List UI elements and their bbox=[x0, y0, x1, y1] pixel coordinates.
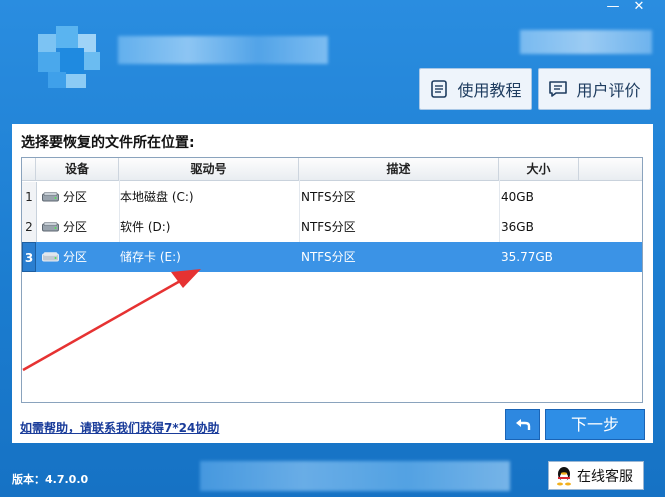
review-label: 用户评价 bbox=[576, 81, 641, 100]
help-link[interactable]: 如需帮助，请联系我们获得7*24协助 bbox=[20, 419, 219, 436]
back-button[interactable] bbox=[505, 409, 540, 440]
header-rownum bbox=[22, 158, 36, 180]
disk-icon bbox=[42, 222, 59, 232]
size-cell: 36GB bbox=[501, 220, 534, 234]
disk-icon bbox=[42, 192, 59, 202]
qq-penguin-icon bbox=[557, 466, 571, 485]
size-cell: 35.77GB bbox=[501, 250, 553, 264]
tutorial-label: 使用教程 bbox=[457, 81, 522, 100]
drive-cell: 本地磁盘 (C:) bbox=[120, 190, 194, 204]
header-drive[interactable]: 驱动号 bbox=[119, 158, 299, 180]
app-title-blurred bbox=[118, 36, 328, 64]
header-description[interactable]: 描述 bbox=[299, 158, 499, 180]
app-window: — ✕ 使用教程 用户评价 选择要恢复的文件所在位置: 设备 驱动号 描述 大小… bbox=[0, 0, 665, 497]
tutorial-button[interactable]: 使用教程 bbox=[419, 68, 532, 110]
close-button[interactable]: ✕ bbox=[628, 0, 650, 16]
next-button[interactable]: 下一步 bbox=[545, 409, 645, 440]
header-device[interactable]: 设备 bbox=[36, 158, 119, 180]
device-cell: 分区 bbox=[63, 220, 88, 234]
table-header: 设备 驱动号 描述 大小 bbox=[22, 158, 642, 181]
comment-icon bbox=[549, 81, 568, 97]
panel-title: 选择要恢复的文件所在位置: bbox=[21, 135, 195, 151]
device-cell: 分区 bbox=[63, 190, 88, 204]
description-cell: NTFS分区 bbox=[301, 190, 356, 204]
minimize-button[interactable]: — bbox=[602, 0, 624, 16]
drive-cell: 软件 (D:) bbox=[120, 220, 171, 234]
annotation-arrow bbox=[22, 269, 201, 372]
description-cell: NTFS分区 bbox=[301, 220, 356, 234]
header-blurred-text bbox=[520, 30, 652, 54]
size-cell: 40GB bbox=[501, 190, 534, 204]
footer-blurred-text bbox=[200, 461, 510, 491]
review-button[interactable]: 用户评价 bbox=[538, 68, 651, 110]
version-label: 版本：4.7.0.0 bbox=[12, 473, 89, 486]
table-row[interactable]: 2 分区 软件 (D:) NTFS分区 36GB bbox=[22, 212, 642, 242]
description-cell: NTFS分区 bbox=[301, 250, 356, 264]
online-service-button[interactable]: 在线客服 bbox=[548, 461, 644, 490]
online-service-label: 在线客服 bbox=[577, 468, 633, 485]
document-icon bbox=[431, 80, 448, 98]
app-logo bbox=[38, 26, 102, 90]
row-number: 1 bbox=[22, 182, 37, 212]
back-arrow-icon bbox=[515, 418, 530, 430]
table-row[interactable]: 1 分区 本地磁盘 (C:) NTFS分区 40GB bbox=[22, 182, 642, 212]
header-size[interactable]: 大小 bbox=[499, 158, 579, 180]
main-panel: 选择要恢复的文件所在位置: 设备 驱动号 描述 大小 1 分区 本地磁盘 (C:… bbox=[12, 124, 653, 443]
row-number: 2 bbox=[22, 212, 37, 242]
